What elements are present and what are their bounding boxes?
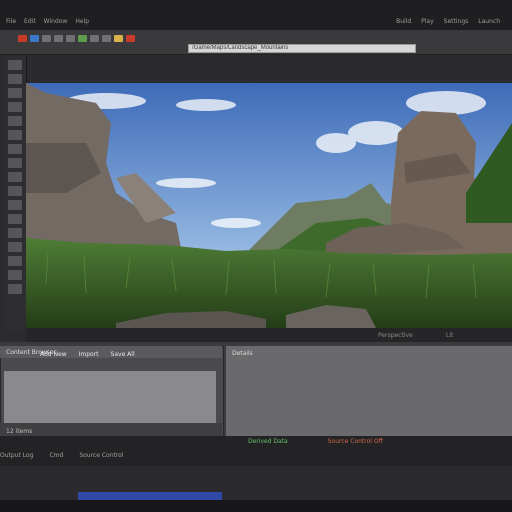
viewport-status-strip: Perspective Lit (26, 328, 512, 342)
viewport-lighting-label[interactable]: Lit (446, 332, 453, 339)
toolbar-icons (18, 35, 138, 42)
path-input[interactable] (188, 44, 416, 53)
build-button[interactable]: Build (396, 18, 411, 25)
source-control-status[interactable]: Source Control Off (328, 438, 383, 445)
menu-file[interactable]: File (6, 18, 16, 28)
play-button[interactable]: Play (421, 18, 434, 25)
mode-toolstrip (4, 56, 27, 330)
layers-icon[interactable] (8, 256, 22, 266)
cinematics-icon[interactable] (90, 35, 99, 42)
viewport-scene (26, 83, 512, 328)
menu-window[interactable]: Window (44, 18, 68, 28)
basic-icon[interactable] (8, 214, 22, 224)
status-row-left: Output Log Cmd Source Control (0, 452, 124, 459)
paint-mode-icon[interactable] (8, 102, 22, 112)
launch-button[interactable]: Launch (478, 18, 500, 25)
visual-effects-icon[interactable] (8, 172, 22, 182)
top-right-actions: Build Play Settings Launch (396, 18, 500, 25)
blueprints-icon[interactable] (78, 35, 87, 42)
asset-grid[interactable] (4, 371, 216, 423)
cmd-input[interactable]: Cmd (49, 452, 63, 459)
details-panel: Details (226, 346, 512, 436)
status-row-right: Derived Data Source Control Off (248, 438, 383, 445)
volumes-icon[interactable] (8, 186, 22, 196)
foliage-mode-icon[interactable] (8, 88, 22, 98)
cinematic-icon[interactable] (8, 228, 22, 238)
tools-icon[interactable] (8, 284, 22, 294)
source-control-button[interactable]: Source Control (79, 452, 123, 459)
taskbar (0, 500, 512, 512)
recent-icon[interactable] (8, 242, 22, 252)
add-new-button[interactable]: Add New (40, 351, 67, 358)
menu-help[interactable]: Help (75, 18, 89, 28)
settings-button[interactable]: Settings (444, 18, 469, 25)
item-count: 12 items (6, 428, 33, 435)
derived-data-status[interactable]: Derived Data (248, 438, 288, 445)
play-icon[interactable] (114, 35, 123, 42)
level-viewport[interactable] (26, 83, 512, 328)
menu-bar: File Edit Window Help (6, 18, 89, 28)
build-icon[interactable] (102, 35, 111, 42)
lighting-icon[interactable] (8, 158, 22, 168)
place-mode-icon[interactable] (8, 130, 22, 140)
modes-icon[interactable] (8, 270, 22, 280)
save-all-button[interactable]: Save All (111, 351, 135, 358)
content-browser-tabs: Add New Import Save All (40, 351, 135, 358)
menu-edit[interactable]: Edit (24, 18, 36, 28)
geometry-mode-icon[interactable] (8, 144, 22, 154)
landscape-mode-icon[interactable] (8, 74, 22, 84)
details-title: Details (232, 350, 253, 357)
mesh-mode-icon[interactable] (8, 116, 22, 126)
output-log-button[interactable]: Output Log (0, 452, 33, 459)
content-icon[interactable] (42, 35, 51, 42)
source-icon[interactable] (30, 35, 39, 42)
viewport-mode-label[interactable]: Perspective (378, 332, 413, 339)
select-mode-icon[interactable] (8, 60, 22, 70)
settings-icon[interactable] (66, 35, 75, 42)
save-icon[interactable] (18, 35, 27, 42)
marketplace-icon[interactable] (54, 35, 63, 42)
all-classes-icon[interactable] (8, 200, 22, 210)
launch-icon[interactable] (126, 35, 135, 42)
import-button[interactable]: Import (79, 351, 99, 358)
